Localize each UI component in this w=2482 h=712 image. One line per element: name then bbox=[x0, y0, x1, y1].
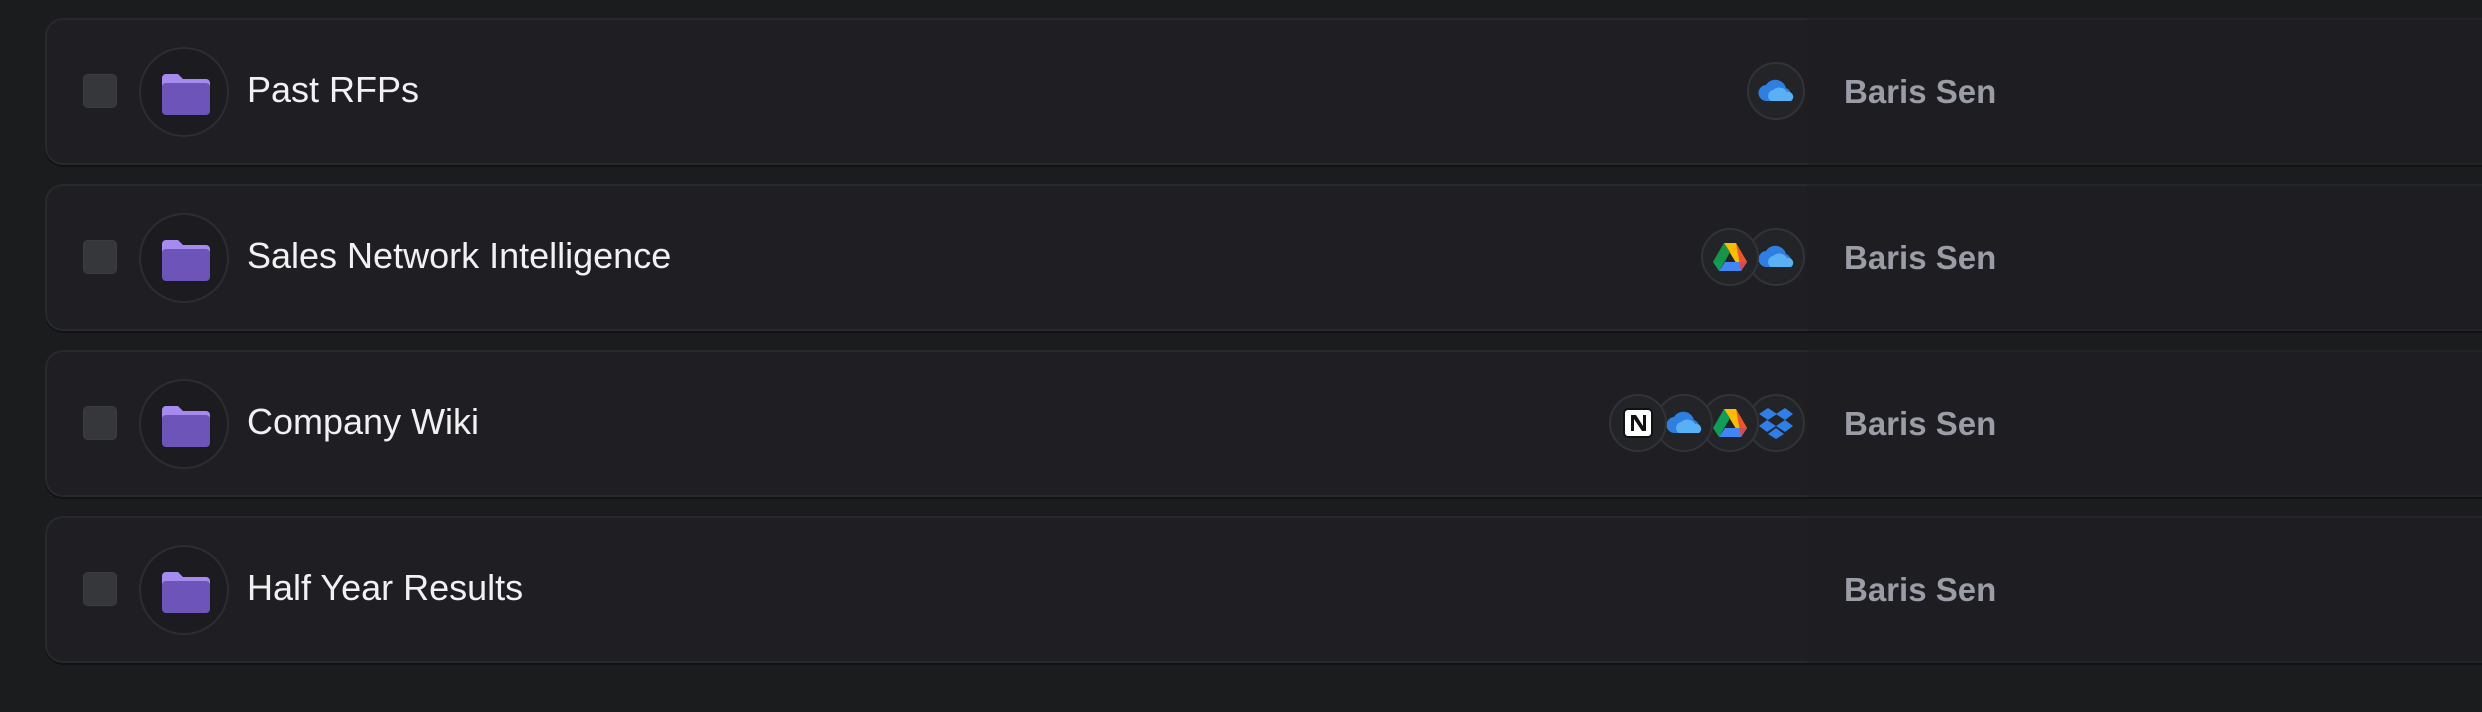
folder-row[interactable]: Half Year Results Baris Sen bbox=[45, 516, 2482, 663]
folder-row[interactable]: Company Wiki Baris Sen bbox=[45, 350, 2482, 497]
google-drive-icon bbox=[1701, 228, 1759, 286]
connected-sources bbox=[1609, 394, 1805, 454]
folder-icon bbox=[139, 545, 229, 635]
owner-name: Baris Sen bbox=[1844, 405, 1997, 442]
folder-icon bbox=[139, 379, 229, 469]
owner-name: Baris Sen bbox=[1844, 73, 1997, 110]
row-checkbox[interactable] bbox=[83, 406, 117, 440]
folder-list: Past RFPs Baris Sen Sales Network Intell… bbox=[45, 0, 2482, 712]
folder-name[interactable]: Company Wiki bbox=[247, 400, 479, 444]
folder-icon bbox=[139, 213, 229, 303]
onedrive-icon bbox=[1747, 62, 1805, 120]
row-checkbox[interactable] bbox=[83, 572, 117, 606]
owner-name: Baris Sen bbox=[1844, 239, 1997, 276]
folder-row[interactable]: Sales Network Intelligence Baris Sen bbox=[45, 184, 2482, 331]
row-checkbox[interactable] bbox=[83, 74, 117, 108]
folder-name[interactable]: Sales Network Intelligence bbox=[247, 234, 671, 278]
connected-sources bbox=[1747, 62, 1805, 122]
folder-row[interactable]: Past RFPs Baris Sen bbox=[45, 18, 2482, 165]
folder-icon bbox=[139, 47, 229, 137]
folder-name[interactable]: Past RFPs bbox=[247, 68, 419, 112]
folder-name[interactable]: Half Year Results bbox=[247, 566, 523, 610]
owner-name: Baris Sen bbox=[1844, 571, 1997, 608]
connected-sources bbox=[1701, 228, 1805, 288]
notion-icon bbox=[1609, 394, 1667, 452]
row-checkbox[interactable] bbox=[83, 240, 117, 274]
